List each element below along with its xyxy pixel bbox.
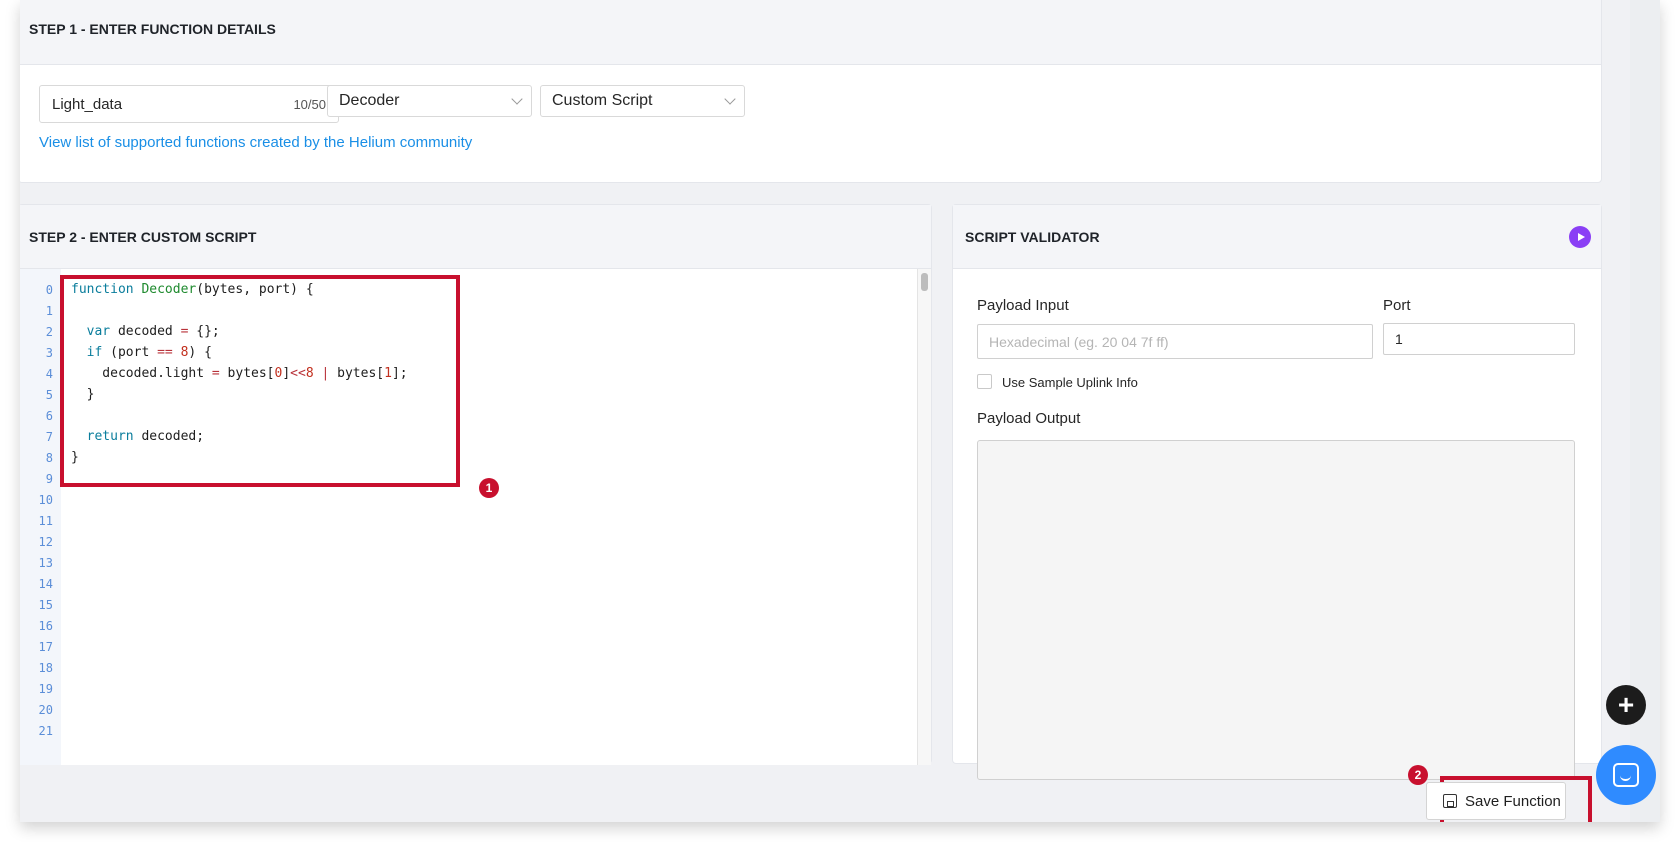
function-type-select[interactable]: Decoder (327, 85, 532, 117)
chevron-down-icon (511, 93, 523, 105)
line-number: 13 (38, 556, 53, 570)
port-label: Port (1383, 297, 1411, 314)
function-editor-window: STEP 1 - ENTER FUNCTION DETAILS Light_da… (20, 0, 1660, 822)
line-number: 19 (38, 682, 53, 696)
script-validator-header: SCRIPT VALIDATOR (953, 205, 1601, 269)
script-validator-card: SCRIPT VALIDATOR Payload Input Port Use … (952, 204, 1602, 780)
payload-input-label: Payload Input (977, 297, 1069, 314)
payload-output-label: Payload Output (977, 410, 1081, 427)
payload-input-field[interactable] (977, 324, 1373, 359)
code-highlight-box (60, 275, 460, 487)
step2-title: STEP 2 - ENTER CUSTOM SCRIPT (20, 205, 931, 269)
line-number: 6 (45, 409, 53, 423)
line-number: 16 (38, 619, 53, 633)
step1-title: STEP 1 - ENTER FUNCTION DETAILS (20, 0, 1601, 65)
save-icon (1443, 794, 1457, 808)
function-type-value: Decoder (339, 92, 400, 109)
sample-uplink-label[interactable]: Use Sample Uplink Info (1002, 375, 1138, 390)
line-number: 18 (38, 661, 53, 675)
step-badge-2: 2 (1408, 765, 1428, 785)
line-number: 1 (45, 304, 53, 318)
function-name-value: Light_data (52, 95, 123, 113)
line-number: 3 (45, 346, 53, 360)
step-badge-1: 1 (479, 478, 499, 498)
line-number: 20 (38, 703, 53, 717)
community-functions-link[interactable]: View list of supported functions created… (39, 134, 472, 151)
script-validator-title: SCRIPT VALIDATOR (965, 228, 1100, 245)
chevron-down-icon (724, 93, 736, 105)
line-number: 17 (38, 640, 53, 654)
line-number: 0 (45, 283, 53, 297)
chat-icon (1613, 763, 1639, 787)
save-function-button[interactable]: Save Function (1426, 782, 1566, 820)
line-number: 8 (45, 451, 53, 465)
line-number: 11 (38, 514, 53, 528)
save-function-label: Save Function (1465, 792, 1561, 810)
step1-card: STEP 1 - ENTER FUNCTION DETAILS Light_da… (20, 0, 1602, 183)
line-number: 2 (45, 325, 53, 339)
line-number: 12 (38, 535, 53, 549)
editor-scroll-thumb[interactable] (921, 273, 928, 291)
sample-uplink-checkbox[interactable] (977, 374, 992, 389)
line-number-gutter: 0 1 2 3 4 5 6 7 8 9 10 11 12 13 14 15 16… (20, 269, 61, 765)
payload-output-box (977, 440, 1575, 780)
play-icon[interactable] (1569, 225, 1591, 248)
function-format-value: Custom Script (552, 92, 653, 109)
line-number: 7 (45, 430, 53, 444)
line-number: 21 (38, 724, 53, 738)
port-field[interactable] (1383, 323, 1575, 355)
line-number: 9 (45, 472, 53, 486)
editor-scrollbar[interactable] (917, 269, 931, 765)
line-number: 10 (38, 493, 53, 507)
line-number: 14 (38, 577, 53, 591)
line-number: 15 (38, 598, 53, 612)
line-number: 5 (45, 388, 53, 402)
plus-icon[interactable]: + (1606, 685, 1646, 725)
chat-launcher-button[interactable] (1596, 745, 1656, 805)
character-count: 10/50 (293, 96, 326, 112)
function-format-select[interactable]: Custom Script (540, 85, 745, 117)
function-name-input[interactable]: Light_data 10/50 (39, 85, 339, 123)
line-number: 4 (45, 367, 53, 381)
